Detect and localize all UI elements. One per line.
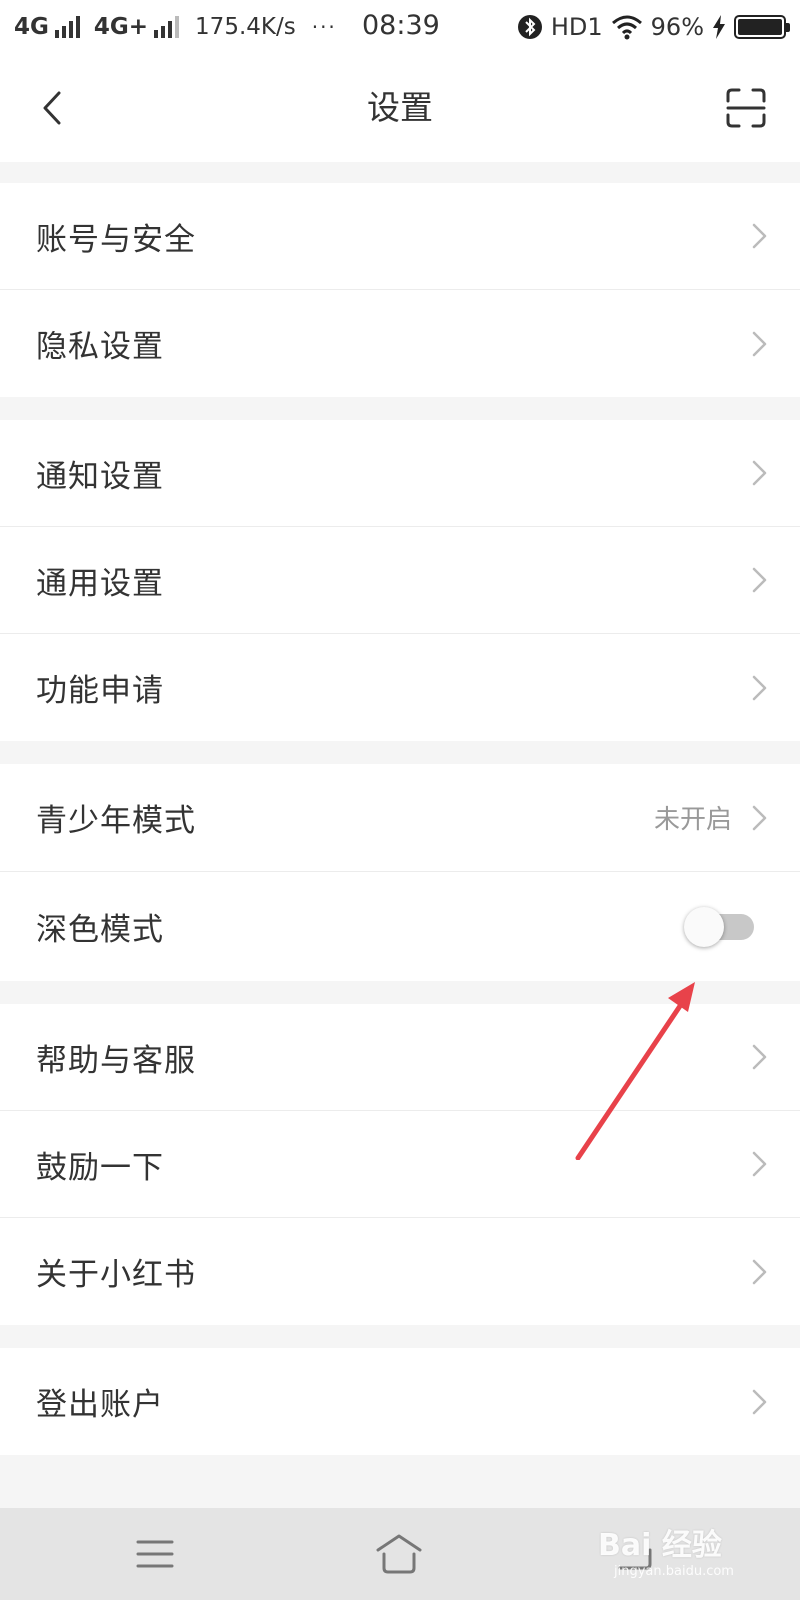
status-right: HD1 96% [517, 13, 790, 41]
settings-item-dark-mode: 深色模式 [0, 872, 800, 981]
more-notifications: ··· [311, 15, 337, 39]
settings-item-about[interactable]: 关于小红书 [0, 1218, 800, 1325]
settings-item-feature-request[interactable]: 功能申请 [0, 634, 800, 741]
wifi-icon [611, 15, 642, 40]
status-bar: 4G 4G+ 175.4K/s ··· 08:39 HD1 96% [0, 0, 800, 54]
charging-icon [713, 15, 725, 39]
settings-item-notifications[interactable]: 通知设置 [0, 420, 800, 527]
chevron-right-icon [752, 1151, 767, 1177]
settings-group-account: 账号与安全 隐私设置 [0, 183, 800, 397]
network-speed: 175.4K/s [195, 14, 296, 40]
network-type-2: 4G+ [93, 14, 149, 40]
chevron-right-icon [752, 1259, 767, 1284]
settings-item-label: 登出账户 [36, 1387, 164, 1423]
battery-icon [734, 15, 790, 39]
settings-item-label: 鼓励一下 [36, 1149, 164, 1186]
status-left: 4G 4G+ 175.4K/s ··· [14, 14, 337, 40]
chevron-right-icon [752, 1044, 767, 1070]
hd-indicator: HD1 [550, 13, 603, 41]
settings-item-account-security[interactable]: 账号与安全 [0, 183, 800, 290]
menu-icon[interactable] [130, 1532, 180, 1576]
settings-item-label: 隐私设置 [36, 329, 164, 365]
watermark-logo: Bai 经验 [598, 1528, 722, 1563]
settings-item-label: 关于小红书 [36, 1257, 196, 1293]
settings-item-label: 帮助与客服 [36, 1042, 196, 1079]
settings-item-label: 青少年模式 [36, 803, 196, 839]
signal-icon [54, 16, 80, 38]
bluetooth-icon [517, 15, 542, 39]
settings-item-label: 通知设置 [36, 458, 164, 495]
settings-item-privacy[interactable]: 隐私设置 [0, 290, 800, 397]
baidu-jingyan-watermark: Bai 经验 jingyan.baidu.com [598, 1512, 758, 1592]
chevron-right-icon [752, 1389, 767, 1414]
chevron-right-icon [752, 460, 767, 486]
chevron-right-icon [752, 223, 767, 249]
system-navigation-bar: Bai 经验 jingyan.baidu.com [0, 1508, 800, 1600]
settings-item-label: 深色模式 [36, 912, 164, 948]
settings-item-label: 账号与安全 [36, 221, 196, 258]
chevron-right-icon [752, 567, 767, 593]
settings-item-teen-mode[interactable]: 青少年模式 未开启 [0, 764, 800, 872]
page-title: 设置 [367, 88, 433, 127]
scan-icon [726, 88, 766, 128]
network-type-1: 4G [14, 14, 49, 40]
teen-mode-status: 未开启 [653, 805, 732, 835]
header: 设置 [0, 54, 800, 162]
toggle-knob[interactable] [684, 906, 724, 947]
settings-item-logout[interactable]: 登出账户 [0, 1348, 800, 1455]
settings-item-label: 功能申请 [36, 673, 164, 709]
chevron-right-icon [752, 331, 767, 356]
settings-item-label: 通用设置 [36, 565, 164, 602]
chevron-right-icon [752, 805, 767, 830]
home-icon[interactable] [374, 1532, 424, 1576]
chevron-left-icon [43, 91, 61, 125]
scan-button[interactable] [726, 88, 766, 128]
annotation-arrow [575, 982, 695, 1160]
settings-item-general[interactable]: 通用设置 [0, 527, 800, 634]
back-button[interactable] [30, 84, 74, 132]
battery-percent: 96% [650, 13, 704, 41]
settings-group-logout: 登出账户 [0, 1348, 800, 1455]
settings-group-general: 通知设置 通用设置 功能申请 [0, 420, 800, 741]
signal-icon [154, 16, 180, 38]
watermark-url: jingyan.baidu.com [614, 1564, 734, 1579]
dark-mode-toggle[interactable] [684, 906, 754, 947]
chevron-right-icon [752, 675, 767, 700]
settings-group-modes: 青少年模式 未开启 深色模式 [0, 764, 800, 981]
status-time: 08:39 [362, 10, 440, 41]
